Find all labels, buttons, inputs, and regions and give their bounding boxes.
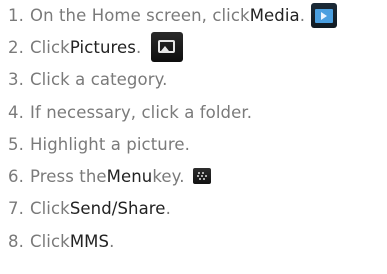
step-4: 4. If necessary, click a folder. [8,97,252,127]
step-text-end: key. [152,166,185,186]
step-text-end: . [109,231,115,251]
step-text: Click a category. [30,69,168,89]
media-icon [311,2,338,28]
step-number: 4. [8,102,24,122]
step-emphasis: Menu [106,166,153,186]
step-text: If necessary, click a folder. [30,102,253,122]
step-emphasis: MMS [69,231,110,251]
step-8: 8. Click MMS . [8,226,114,256]
step-text: Highlight a picture. [30,134,190,154]
step-emphasis: Pictures [69,37,136,57]
step-text: Click [30,198,70,218]
step-7: 7. Click Send/Share . [8,193,171,223]
step-6: 6. Press the Menu key. [8,161,211,191]
step-number: 1. [8,5,24,25]
step-text-end: . [299,5,306,25]
step-1: 1. On the Home screen, click Media . [8,0,338,30]
step-emphasis: Media [249,5,300,25]
step-text-end: . [135,37,142,57]
step-number: 3. [8,69,24,89]
step-text: Press the [30,166,107,186]
step-number: 5. [8,134,24,154]
step-text: On the Home screen, click [30,5,250,25]
step-emphasis: Send/Share [69,198,166,218]
step-3: 3. Click a category. [8,64,167,94]
pictures-icon [151,32,184,62]
instruction-steps: 1. On the Home screen, click Media . 2. … [0,0,387,274]
step-text: Click [30,231,70,251]
step-text-end: . [165,198,171,218]
step-text: Click [30,37,70,57]
menu-key-icon [192,168,211,184]
step-number: 7. [8,198,24,218]
step-number: 2. [8,37,24,57]
step-5: 5. Highlight a picture. [8,129,190,159]
step-number: 8. [8,231,24,251]
step-number: 6. [8,166,24,186]
step-2: 2. Click Pictures . [8,32,184,62]
